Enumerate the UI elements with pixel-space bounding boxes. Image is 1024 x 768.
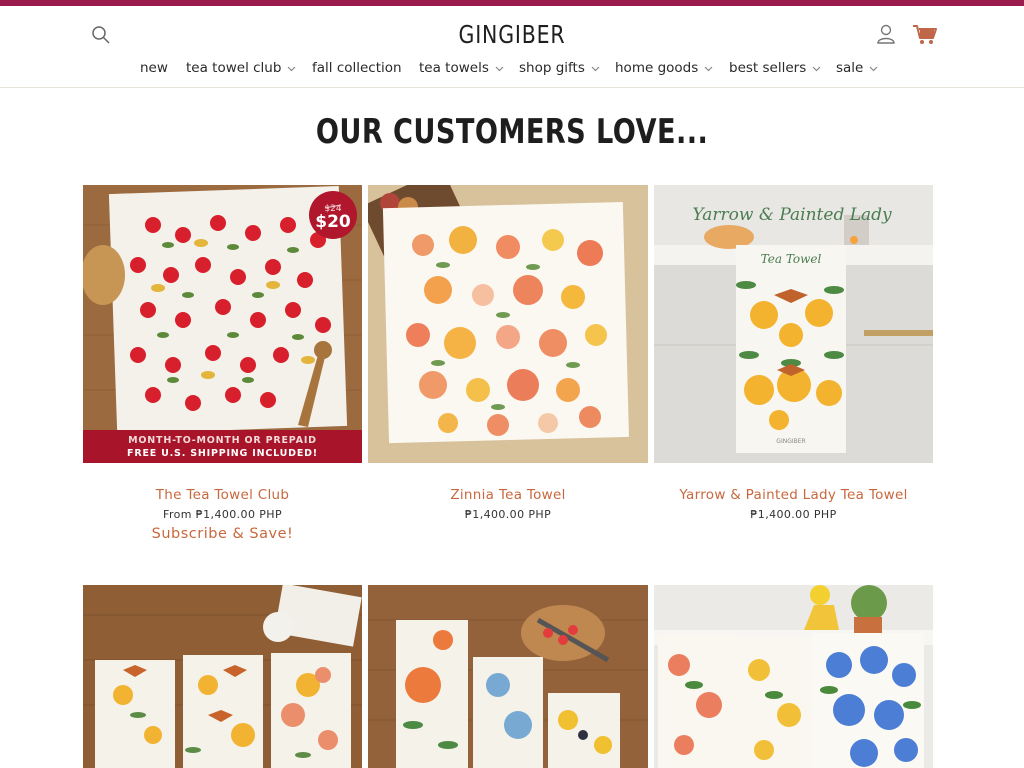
nav-item-label: best sellers	[729, 60, 807, 76]
nav-item-fall-collection[interactable]: fall collection	[312, 60, 402, 76]
chevron-down-icon	[812, 66, 821, 71]
nav-item-label: home goods	[615, 60, 699, 76]
site-header: GINGIBER new tea towel club fall collect…	[0, 6, 1024, 88]
nav-item-label: sale	[836, 60, 864, 76]
product-tag: GINGIBER	[776, 438, 805, 445]
main-nav: new tea towel club fall collection tea t…	[0, 60, 1024, 82]
product-image[interactable]: $24 $20 MONTH-TO-MONTH OR PREPAID FREE U…	[83, 185, 362, 463]
product-card-tea-towel-club[interactable]: $24 $20 MONTH-TO-MONTH OR PREPAID FREE U…	[83, 185, 362, 555]
section-title: OUR CUSTOMERS LOVE...	[315, 112, 709, 152]
nav-item-best-sellers[interactable]: best sellers	[729, 60, 821, 76]
towel-text: Tea Towel	[761, 252, 822, 266]
product-title[interactable]: The Tea Towel Club	[83, 487, 362, 503]
product-image[interactable]	[83, 585, 362, 768]
nav-item-label: fall collection	[312, 60, 402, 76]
product-image[interactable]: Yarrow & Painted Lady Tea Towel GINGIBER	[654, 185, 933, 463]
product-card-row2-3[interactable]	[654, 585, 933, 768]
product-card-yarrow-painted-lady[interactable]: Yarrow & Painted Lady Tea Towel GINGIBER…	[654, 185, 933, 530]
product-title[interactable]: Zinnia Tea Towel	[368, 487, 648, 503]
chevron-down-icon	[869, 66, 878, 71]
chevron-down-icon	[591, 66, 600, 71]
chevron-down-icon	[495, 66, 504, 71]
image-overlay-text: Yarrow & Painted Lady	[692, 205, 892, 225]
nav-item-label: tea towel club	[186, 60, 282, 76]
nav-item-shop-gifts[interactable]: shop gifts	[519, 60, 600, 76]
site-logo[interactable]: GINGIBER	[92, 20, 932, 49]
account-icon[interactable]	[875, 22, 897, 46]
cart-icon[interactable]	[912, 22, 938, 46]
product-title[interactable]: Yarrow & Painted Lady Tea Towel	[654, 487, 933, 503]
product-price: From ₱1,400.00 PHP	[163, 508, 282, 521]
badge-new-price: $20	[315, 212, 351, 232]
chevron-down-icon	[287, 66, 296, 71]
banner-line-2: FREE U.S. SHIPPING INCLUDED!	[127, 448, 318, 459]
product-price: ₱1,400.00 PHP	[750, 508, 837, 521]
nav-item-home-goods[interactable]: home goods	[615, 60, 713, 76]
nav-item-label: shop gifts	[519, 60, 585, 76]
nav-item-label: tea towels	[419, 60, 489, 76]
nav-item-tea-towel-club[interactable]: tea towel club	[186, 60, 296, 76]
product-price: ₱1,400.00 PHP	[464, 508, 552, 521]
nav-item-new[interactable]: new	[140, 60, 168, 76]
product-image[interactable]	[654, 585, 933, 768]
chevron-down-icon	[704, 66, 713, 71]
product-card-zinnia[interactable]: Zinnia Tea Towel ₱1,400.00 PHP	[368, 185, 648, 530]
product-card-row2-1[interactable]	[83, 585, 362, 768]
product-card-row2-2[interactable]	[368, 585, 648, 768]
subscribe-link[interactable]: Subscribe & Save!	[83, 526, 362, 542]
nav-item-tea-towels[interactable]: tea towels	[419, 60, 504, 76]
nav-item-label: new	[140, 60, 168, 76]
product-image[interactable]	[368, 185, 648, 463]
product-image[interactable]	[368, 585, 648, 768]
nav-item-sale[interactable]: sale	[836, 60, 878, 76]
banner-line-1: MONTH-TO-MONTH OR PREPAID	[128, 435, 317, 446]
